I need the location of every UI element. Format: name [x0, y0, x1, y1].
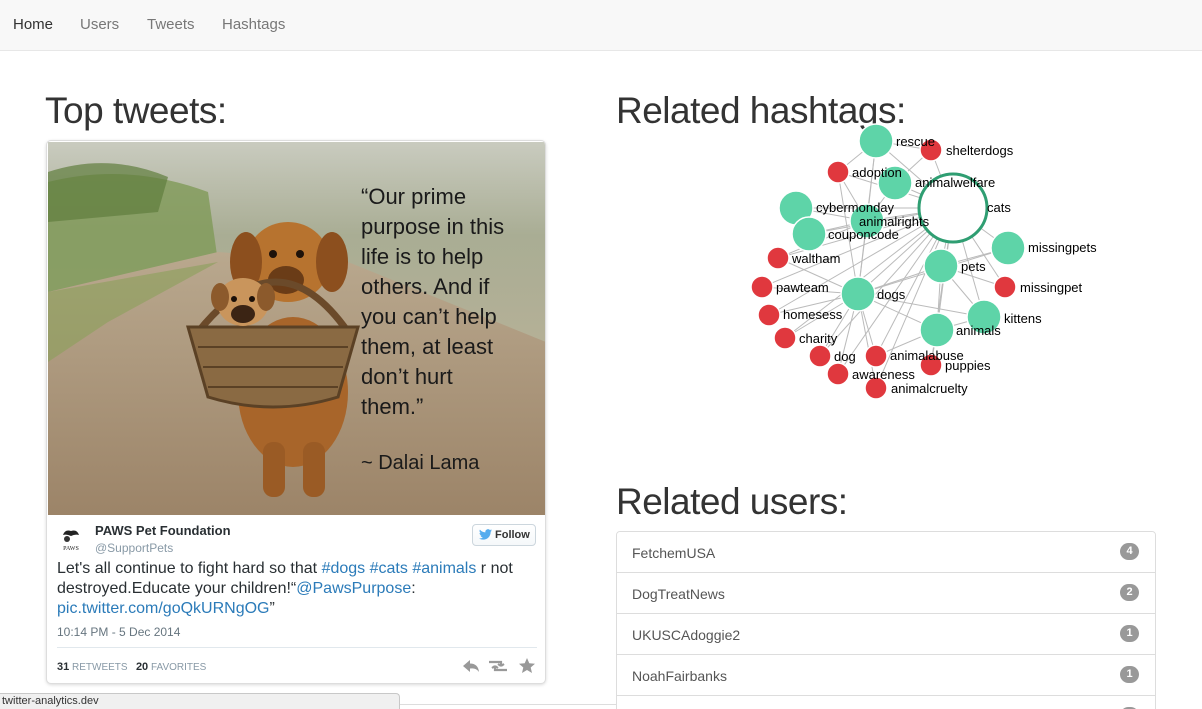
count-badge: 4	[1120, 543, 1139, 560]
nav-tweets[interactable]: Tweets	[147, 16, 195, 33]
hashtag-node-homesess[interactable]	[757, 303, 781, 327]
twitter-bird-icon	[479, 529, 492, 540]
retweets-count[interactable]: 31	[57, 661, 69, 673]
hashtag-label[interactable]: animalcruelty	[891, 381, 968, 396]
hashtag-label[interactable]: cybermonday	[816, 200, 895, 215]
list-item[interactable]: DogTreatNews 2	[617, 573, 1155, 614]
favorites-label: FAVORITES	[150, 662, 207, 673]
hashtag-node-dog[interactable]	[808, 344, 832, 368]
hashtag-node-dogs[interactable]	[840, 276, 876, 312]
tweet-text: Let's all continue to fight hard so that…	[57, 560, 513, 617]
media-link[interactable]: pic.twitter.com/goQkURNgOG	[57, 600, 270, 617]
hashtag-label[interactable]: missingpets	[1028, 240, 1097, 255]
favorite-icon[interactable]	[519, 658, 535, 673]
tweet-timestamp[interactable]: 10:14 PM - 5 Dec 2014	[57, 625, 180, 639]
hashtag-link[interactable]: #cats	[370, 560, 408, 577]
favorites-count[interactable]: 20	[136, 661, 148, 673]
hashtag-label[interactable]: charity	[799, 331, 838, 346]
hashtag-link[interactable]: #animals	[412, 560, 476, 577]
follow-button[interactable]: Follow	[472, 524, 536, 546]
tweet-body: PAWS PAWS Pet Foundation @SupportPets Fo…	[47, 515, 545, 683]
hashtag-node-animals[interactable]	[919, 312, 955, 348]
svg-text:PAWS: PAWS	[63, 546, 79, 552]
user-name: NoahFairbanks	[632, 668, 727, 684]
nav-home[interactable]: Home	[13, 16, 53, 33]
hashtag-node-waltham[interactable]	[766, 246, 790, 270]
hashtag-label[interactable]: animalwelfare	[915, 175, 995, 190]
tweet-photo[interactable]: “Our prime purpose in this life is to he…	[48, 142, 546, 515]
user-name: DogTreatNews	[632, 586, 725, 602]
related-users-list: FetchemUSA 4 DogTreatNews 2 UKUSCAdoggie…	[616, 531, 1156, 709]
hashtag-node-awareness[interactable]	[826, 362, 850, 386]
hashtag-node-charity[interactable]	[773, 326, 797, 350]
hashtag-label[interactable]: rescue	[896, 134, 935, 149]
quote-line: don’t hurt	[361, 364, 453, 389]
avatar[interactable]: PAWS	[57, 525, 85, 553]
hashtag-label[interactable]: couponcode	[828, 227, 899, 242]
related-users-heading: Related users:	[616, 481, 848, 522]
quote-line: them, at least	[361, 334, 493, 359]
quote-line: you can’t help	[361, 304, 497, 329]
hashtag-label[interactable]: homesess	[783, 307, 843, 322]
list-item[interactable]: FetchemUSA 4	[617, 532, 1155, 573]
hashtag-node-couponcode[interactable]	[791, 216, 827, 252]
nav-users[interactable]: Users	[80, 16, 119, 33]
browser-status-bar: twitter-analytics.dev	[0, 693, 400, 709]
hashtag-label[interactable]: awareness	[852, 367, 915, 382]
count-badge: 2	[1120, 584, 1139, 601]
divider	[57, 647, 537, 648]
hashtag-label[interactable]: dogs	[877, 287, 906, 302]
top-tweets-heading: Top tweets:	[45, 90, 227, 131]
hashtag-label[interactable]: waltham	[791, 251, 840, 266]
hashtag-label[interactable]: pets	[961, 259, 986, 274]
list-item[interactable]	[617, 696, 1155, 709]
divider	[400, 704, 616, 705]
quote-attribution: ~ Dalai Lama	[361, 452, 480, 474]
quote-line: “Our prime	[361, 184, 466, 209]
hashtag-node-rescue[interactable]	[858, 123, 894, 159]
hashtag-label[interactable]: dog	[834, 349, 856, 364]
hashtag-label[interactable]: missingpet	[1020, 280, 1083, 295]
tweet-card: “Our prime purpose in this life is to he…	[46, 140, 546, 684]
count-badge: 1	[1120, 625, 1139, 642]
retweet-icon[interactable]	[489, 660, 507, 672]
quote-line: others. And if	[361, 274, 490, 299]
hashtag-node-missingpets[interactable]	[990, 230, 1026, 266]
hashtag-node-missingpet[interactable]	[993, 275, 1017, 299]
hashtag-label[interactable]: cats	[987, 200, 1011, 215]
tweet-actions	[463, 658, 535, 673]
author-handle[interactable]: @SupportPets	[95, 541, 173, 555]
list-item[interactable]: UKUSCAdoggie2 1	[617, 614, 1155, 655]
nav-hashtags[interactable]: Hashtags	[222, 16, 285, 33]
count-badge: 1	[1120, 666, 1139, 683]
hashtag-label[interactable]: shelterdogs	[946, 143, 1014, 158]
reply-icon[interactable]	[463, 660, 479, 672]
hashtag-node-pets[interactable]	[923, 248, 959, 284]
user-name: FetchemUSA	[632, 545, 716, 561]
hashtag-label[interactable]: puppies	[945, 358, 991, 373]
tweet-stats: 31 RETWEETS 20 FAVORITES	[57, 661, 206, 673]
retweets-label: RETWEETS	[72, 662, 128, 673]
user-name: UKUSCAdoggie2	[632, 627, 741, 643]
hashtag-label[interactable]: kittens	[1004, 311, 1042, 326]
hashtag-label[interactable]: adoption	[852, 165, 902, 180]
list-item[interactable]: NoahFairbanks 1	[617, 655, 1155, 696]
mention-link[interactable]: @PawsPurpose	[296, 580, 411, 597]
hashtag-node-animalabuse[interactable]	[864, 344, 888, 368]
hashtag-node-pawteam[interactable]	[750, 275, 774, 299]
quote-line: purpose in this	[361, 214, 504, 239]
hashtag-link[interactable]: #dogs	[322, 560, 366, 577]
hashtag-label[interactable]: pawteam	[776, 280, 829, 295]
quote-line: them.”	[361, 394, 423, 419]
author-name[interactable]: PAWS Pet Foundation	[95, 523, 231, 538]
quote-line: life is to help	[361, 244, 483, 269]
follow-label: Follow	[495, 529, 530, 541]
navbar: Home Users Tweets Hashtags	[0, 0, 1202, 51]
hashtag-graph: rescue shelterdogs adoption animalwelfare cy…	[750, 123, 1097, 400]
hashtag-node-adoption[interactable]	[826, 160, 850, 184]
hashtag-label[interactable]: animals	[956, 323, 1001, 338]
